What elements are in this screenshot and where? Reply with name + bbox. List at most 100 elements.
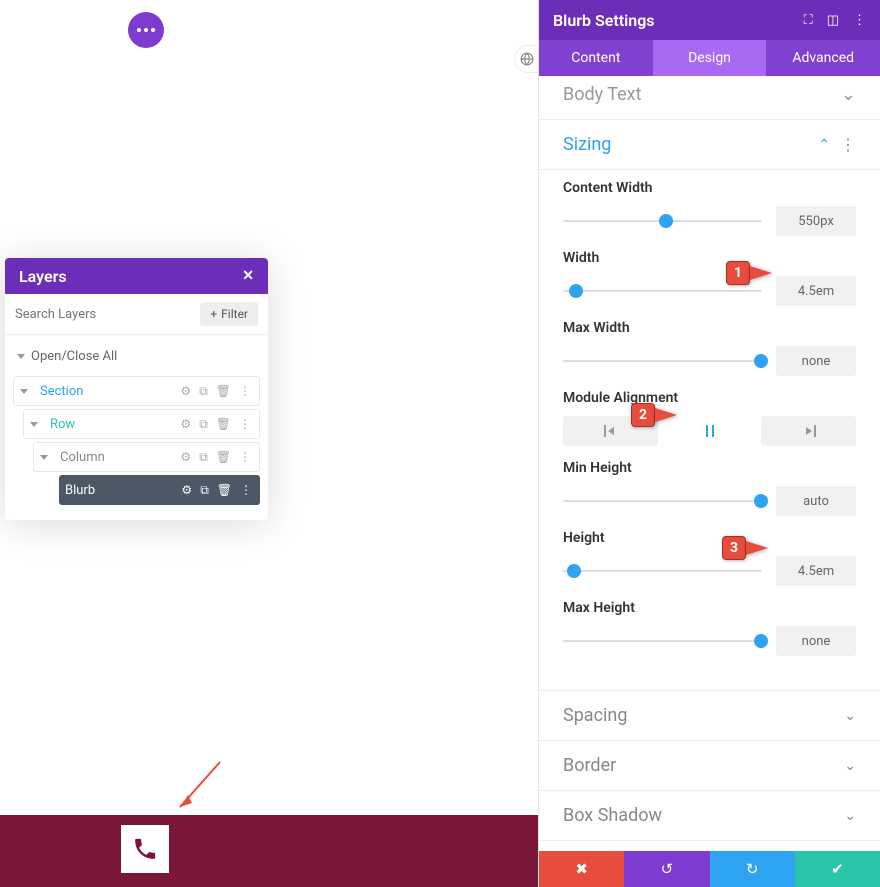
more-vert-icon[interactable]: ⋮ [239, 450, 251, 465]
align-right-button[interactable] [761, 416, 856, 446]
layer-row[interactable]: Row ⚙ ⧉ 🗑 ⋮ [23, 409, 260, 439]
filter-label: Filter [221, 307, 248, 321]
open-close-label: Open/Close All [31, 349, 117, 364]
width-slider[interactable] [563, 284, 762, 298]
open-close-all-toggle[interactable]: Open/Close All [13, 341, 260, 376]
layers-panel: Layers ✕ +Filter Open/Close All Section … [5, 258, 268, 520]
annotation-callout-1: 1 [726, 261, 772, 285]
redo-button[interactable]: ↻ [710, 851, 795, 887]
search-input[interactable] [15, 307, 200, 322]
phone-icon [132, 836, 158, 862]
more-vert-icon[interactable]: ⋮ [239, 384, 251, 399]
trash-icon[interactable]: 🗑 [216, 417, 231, 432]
section-title: Spacing [563, 705, 627, 726]
close-icon[interactable]: ✕ [242, 268, 254, 284]
layer-label: Section [34, 384, 180, 399]
more-vert-icon[interactable]: ⋮ [840, 135, 856, 154]
section-title: Body Text [563, 84, 642, 105]
content-width-input[interactable] [776, 206, 856, 236]
section-title: Border [563, 755, 616, 776]
tab-advanced[interactable]: Advanced [766, 40, 880, 76]
callout-badge: 3 [722, 536, 746, 560]
more-vert-icon[interactable]: ⋮ [240, 483, 252, 498]
duplicate-icon[interactable]: ⧉ [200, 483, 209, 498]
max-width-input[interactable] [776, 346, 856, 376]
page-footer-band [0, 815, 538, 887]
layers-search-row: +Filter [5, 294, 268, 335]
section-spacing[interactable]: Spacing ⌄ [539, 691, 880, 741]
tab-design[interactable]: Design [653, 40, 767, 76]
duplicate-icon[interactable]: ⧉ [199, 417, 208, 432]
section-title: Box Shadow [563, 805, 662, 826]
content-width-label: Content Width [563, 180, 856, 196]
height-slider[interactable] [563, 564, 762, 578]
section-box-shadow[interactable]: Box Shadow ⌄ [539, 791, 880, 841]
layer-label: Blurb [59, 483, 181, 498]
settings-tabs: Content Design Advanced [539, 40, 880, 76]
layers-header: Layers ✕ [5, 258, 268, 294]
section-border[interactable]: Border ⌄ [539, 741, 880, 791]
chevron-down-icon [40, 455, 48, 460]
section-body-text[interactable]: Body Text ⌄ [539, 76, 880, 120]
layer-label: Row [44, 417, 180, 432]
expand-icon[interactable]: ⛶ [804, 13, 813, 28]
chevron-down-icon: ⌄ [844, 758, 856, 774]
chevron-up-icon: ⌃ [818, 137, 830, 153]
max-height-label: Max Height [563, 600, 856, 616]
tab-content[interactable]: Content [539, 40, 653, 76]
chevron-down-icon: ⌄ [841, 84, 856, 105]
trash-icon[interactable]: 🗑 [216, 384, 231, 399]
globe-icon[interactable] [514, 45, 538, 73]
discard-button[interactable]: ✖ [539, 851, 624, 887]
trash-icon[interactable]: 🗑 [217, 483, 232, 498]
layer-section[interactable]: Section ⚙ ⧉ 🗑 ⋮ [13, 376, 260, 406]
max-height-slider[interactable] [563, 634, 762, 648]
undo-button[interactable]: ↺ [624, 851, 709, 887]
duplicate-icon[interactable]: ⧉ [199, 450, 208, 465]
chevron-down-icon [30, 422, 38, 427]
max-height-input[interactable] [776, 626, 856, 656]
width-label: Width [563, 250, 856, 266]
editor-canvas: Layers ✕ +Filter Open/Close All Section … [0, 0, 538, 887]
settings-body[interactable]: Body Text ⌄ Sizing ⌃ ⋮ Content Width Wid… [539, 76, 880, 851]
chevron-down-icon [20, 389, 28, 394]
min-height-slider[interactable] [563, 494, 762, 508]
blurb-module-preview[interactable] [121, 825, 169, 873]
width-input[interactable] [776, 276, 856, 306]
settings-panel: Blurb Settings ⛶ ◫ ⋮ Content Design Adva… [538, 0, 880, 887]
more-vert-icon[interactable]: ⋮ [239, 417, 251, 432]
section-add-fab[interactable] [128, 12, 164, 48]
section-sizing-content: Content Width Width Max Width [539, 170, 880, 691]
filter-button[interactable]: +Filter [200, 302, 258, 326]
layers-title: Layers [19, 267, 67, 286]
height-input[interactable] [776, 556, 856, 586]
gear-icon[interactable]: ⚙ [180, 417, 191, 432]
max-width-label: Max Width [563, 320, 856, 336]
chevron-down-icon [17, 354, 25, 359]
gear-icon[interactable]: ⚙ [181, 483, 192, 498]
callout-badge: 2 [631, 403, 655, 427]
annotation-callout-3: 3 [722, 536, 768, 560]
chevron-down-icon: ⌄ [844, 808, 856, 824]
duplicate-icon[interactable]: ⧉ [199, 384, 208, 399]
snap-icon[interactable]: ◫ [827, 13, 839, 28]
save-button[interactable]: ✔ [795, 851, 880, 887]
more-vert-icon[interactable]: ⋮ [853, 13, 866, 28]
section-title: Sizing [563, 134, 611, 155]
chevron-down-icon: ⌄ [844, 708, 856, 724]
max-width-slider[interactable] [563, 354, 762, 368]
layer-column[interactable]: Column ⚙ ⧉ 🗑 ⋮ [33, 442, 260, 472]
min-height-input[interactable] [776, 486, 856, 516]
annotation-callout-2: 2 [631, 403, 677, 427]
settings-title: Blurb Settings [553, 11, 655, 30]
trash-icon[interactable]: 🗑 [216, 450, 231, 465]
layer-blurb[interactable]: Blurb ⚙ ⧉ 🗑 ⋮ [59, 475, 260, 505]
layer-label: Column [54, 450, 180, 465]
section-sizing-header[interactable]: Sizing ⌃ ⋮ [539, 120, 880, 170]
gear-icon[interactable]: ⚙ [180, 450, 191, 465]
annotation-arrow-icon [170, 757, 230, 817]
section-filters[interactable]: Filters ⌄ [539, 841, 880, 851]
gear-icon[interactable]: ⚙ [180, 384, 191, 399]
content-width-slider[interactable] [563, 214, 762, 228]
callout-badge: 1 [726, 261, 750, 285]
